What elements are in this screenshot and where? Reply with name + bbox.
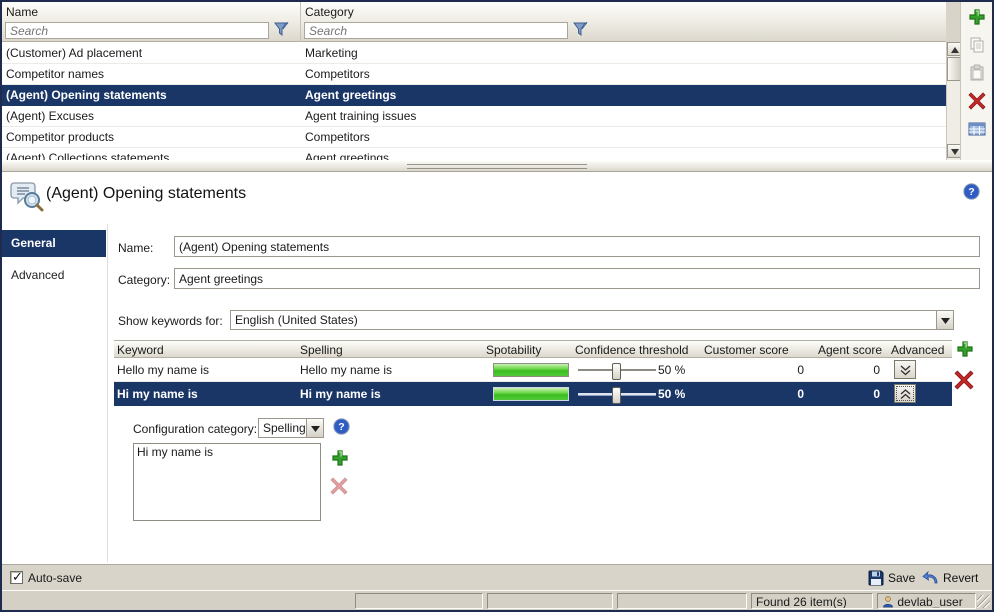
customer-score-value: 0 [744, 387, 804, 401]
status-bar: Found 26 item(s) devlab_user [2, 590, 992, 610]
status-panel [487, 593, 613, 609]
confidence-slider[interactable] [578, 369, 656, 372]
scrollbar-thumb[interactable] [947, 57, 961, 81]
revert-button[interactable]: Revert [922, 568, 978, 588]
tab-divider [107, 224, 108, 562]
category-label: Category: [118, 273, 170, 287]
agent-score-value: 0 [820, 363, 880, 377]
header-spelling: Spelling [300, 343, 343, 357]
advanced-toggle-button[interactable] [894, 360, 916, 379]
language-label: Show keywords for: [118, 314, 223, 328]
header-confidence: Confidence threshold [575, 343, 688, 357]
table-row[interactable]: Competitor productsCompetitors [2, 127, 946, 148]
save-icon [868, 570, 884, 586]
category-filter-icon[interactable] [571, 22, 589, 39]
grid-header: Name Category [2, 2, 946, 42]
scroll-up-icon[interactable] [947, 42, 961, 56]
svg-text:?: ? [338, 421, 344, 433]
grid-rows: (Customer) Ad placementMarketing Competi… [2, 43, 946, 160]
copy-icon[interactable] [968, 36, 986, 54]
autosave-label: Auto-save [28, 571, 82, 585]
header-agent-score: Agent score [818, 343, 882, 357]
name-field[interactable] [174, 236, 980, 257]
list-item[interactable]: Hi my name is [134, 444, 320, 460]
header-spotability: Spotability [486, 343, 541, 357]
add-keyword-icon[interactable] [956, 340, 974, 358]
detail-pane: (Agent) Opening statements ? General Adv… [2, 172, 992, 564]
pane-splitter[interactable] [2, 160, 992, 172]
header-advanced: Advanced [891, 343, 944, 357]
add-spelling-icon[interactable] [331, 449, 349, 467]
agent-score-value: 0 [820, 387, 880, 401]
found-count-panel: Found 26 item(s) [751, 593, 873, 609]
header-customer-score: Customer score [704, 343, 789, 357]
table-row[interactable]: (Agent) Collections statementsAgent gree… [2, 148, 946, 160]
tab-advanced[interactable]: Advanced [2, 262, 106, 289]
user-panel: devlab_user [877, 593, 976, 609]
delete-icon[interactable] [968, 92, 986, 110]
table-row[interactable]: (Customer) Ad placementMarketing [2, 43, 946, 64]
header-keyword: Keyword [117, 343, 164, 357]
language-select[interactable]: English (United States) [230, 310, 954, 330]
keyword-set-grid: Name Category (Customer) Ad placementMar… [2, 2, 946, 160]
name-label: Name: [118, 241, 153, 255]
delete-keyword-icon[interactable] [954, 370, 972, 388]
autosave-checkbox[interactable] [10, 571, 23, 584]
table-row[interactable]: (Agent) ExcusesAgent training issues [2, 106, 946, 127]
add-icon[interactable] [968, 8, 986, 26]
chevron-down-icon[interactable] [936, 311, 953, 329]
table-row-selected[interactable]: (Agent) Opening statementsAgent greeting… [2, 85, 946, 106]
status-panel [617, 593, 747, 609]
confidence-value: 50 % [658, 387, 685, 401]
keyword-table-header: Keyword Spelling Spotability Confidence … [114, 340, 952, 358]
spotability-bar [493, 363, 569, 377]
resize-grip[interactable] [977, 595, 990, 608]
slider-thumb[interactable] [612, 387, 621, 404]
user-icon [882, 596, 894, 608]
slider-thumb[interactable] [612, 363, 621, 380]
advanced-toggle-button[interactable] [894, 384, 916, 403]
table-row[interactable]: Competitor namesCompetitors [2, 64, 946, 85]
application-window: Name Category (Customer) Ad placementMar… [0, 0, 994, 612]
grid-view-icon[interactable] [968, 120, 986, 138]
paste-icon[interactable] [968, 64, 986, 82]
category-field[interactable] [174, 268, 980, 289]
status-panel [355, 593, 483, 609]
save-button[interactable]: Save [868, 568, 915, 588]
column-header-category[interactable]: Category [305, 5, 354, 19]
category-search-input[interactable] [304, 22, 568, 39]
keyword-table: Keyword Spelling Spotability Confidence … [114, 340, 952, 406]
revert-icon [922, 571, 939, 586]
username: devlab_user [897, 595, 962, 609]
tab-general[interactable]: General [2, 230, 106, 257]
confidence-slider[interactable] [578, 393, 656, 396]
keyword-row[interactable]: Hello my name is Hello my name is 50 % 0… [114, 358, 952, 382]
keyword-row-selected[interactable]: Hi my name is Hi my name is 50 % 0 0 [114, 382, 952, 406]
confidence-value: 50 % [658, 363, 685, 377]
name-search-input[interactable] [5, 22, 269, 39]
spellings-listbox[interactable]: Hi my name is [133, 443, 321, 521]
spotability-bar [493, 387, 569, 401]
scroll-down-icon[interactable] [947, 144, 961, 158]
keyword-set-icon [10, 180, 44, 215]
detail-tabs: General Advanced [2, 230, 107, 289]
chevron-down-icon[interactable] [306, 419, 323, 437]
svg-text:?: ? [968, 186, 974, 198]
page-title: (Agent) Opening statements [46, 185, 246, 203]
configuration-category-label: Configuration category: [133, 422, 257, 436]
configuration-category-select[interactable]: Spellings [258, 418, 324, 438]
grid-scrollbar[interactable] [946, 42, 960, 160]
delete-spelling-icon[interactable] [330, 477, 348, 495]
column-header-name[interactable]: Name [6, 5, 38, 19]
configuration-help-icon[interactable]: ? [333, 418, 350, 435]
name-filter-icon[interactable] [272, 22, 290, 39]
bottom-bar: Auto-save Save Revert [2, 564, 992, 590]
splitter-grip[interactable] [407, 164, 587, 169]
column-divider[interactable] [300, 2, 301, 42]
help-icon[interactable]: ? [963, 183, 980, 200]
customer-score-value: 0 [744, 363, 804, 377]
grid-toolbar [960, 2, 992, 160]
